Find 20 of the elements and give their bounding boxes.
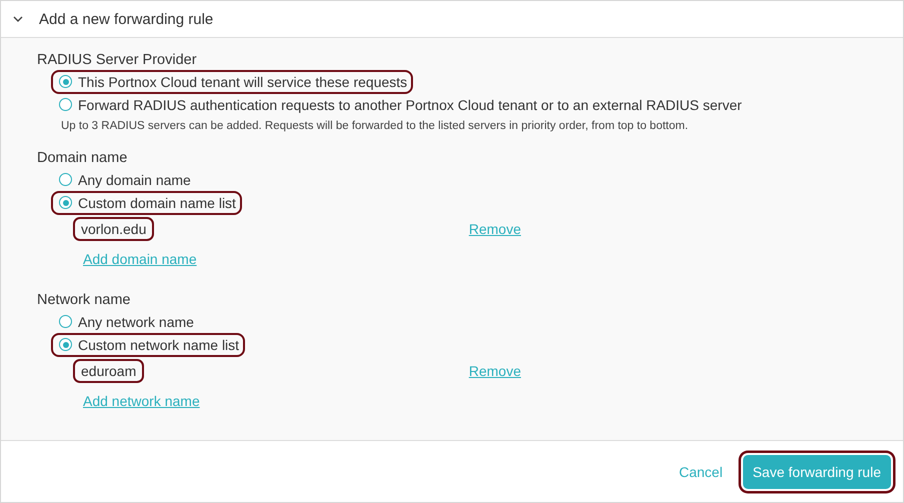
section-label: Network name: [37, 291, 132, 310]
list-entry: vorlon.edu: [73, 217, 154, 241]
help-text: Up to 3 RADIUS servers can be added. Requests will be forwarded to the listed servers in priority order, from top to bottom.: [61, 120, 690, 132]
radio-option[interactable]: Custom domain name list: [51, 190, 242, 214]
chevron-icon[interactable]: [13, 14, 23, 24]
list-entry: eduroam: [73, 359, 144, 383]
section-label: Domain name: [37, 149, 128, 168]
radio-option[interactable]: Any network name: [51, 310, 200, 334]
radio-button[interactable]: [59, 75, 72, 88]
radio-option[interactable]: This Portnox Cloud tenant will service these requests: [51, 70, 414, 94]
radio-button[interactable]: [59, 315, 72, 328]
panel-title: Add a new forwarding rule: [39, 10, 214, 28]
radio-option[interactable]: Custom network name list: [51, 332, 246, 356]
radio-option[interactable]: Any domain name: [51, 168, 197, 192]
radio-button[interactable]: [59, 98, 72, 111]
radio-button[interactable]: [59, 196, 72, 209]
radio-option[interactable]: Forward RADIUS authentication requests to another Portnox Cloud tenant or to an external RADIUS server: [51, 92, 748, 116]
radio-button[interactable]: [59, 338, 72, 351]
radio-button[interactable]: [59, 173, 72, 186]
section-label: RADIUS Server Provider: [37, 51, 198, 70]
